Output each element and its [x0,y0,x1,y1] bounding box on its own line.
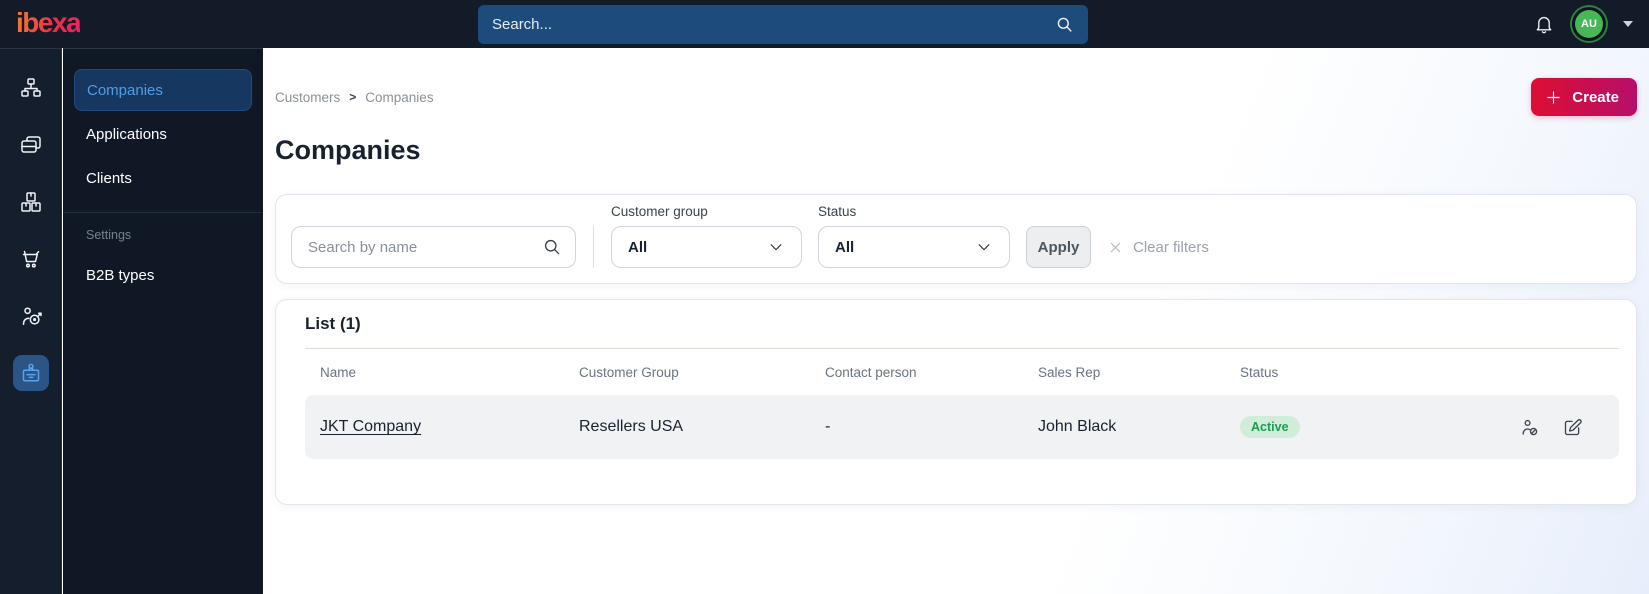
cart-icon[interactable] [13,241,49,277]
create-button[interactable]: Create [1531,78,1637,116]
plus-icon [1547,90,1561,104]
chevron-down-icon [770,244,782,251]
main-content: Customers > Companies Create Companies C… [263,48,1649,594]
chevron-down-icon [978,244,990,251]
settings-section-label: Settings [86,228,132,242]
status-select[interactable]: All [818,226,1010,268]
sidebar-item-label: Companies [87,81,163,99]
status-value: All [835,238,855,256]
topbar-right-cluster: AU [1533,0,1633,48]
table-header: Name Customer Group Contact person Sales… [305,349,1619,395]
sidebar-item-b2b-types[interactable]: B2B types [74,254,252,296]
create-button-label: Create [1572,88,1619,106]
global-search[interactable] [478,5,1088,44]
breadcrumb-companies: Companies [365,89,434,105]
sidebar-item-clients[interactable]: Clients [74,157,252,199]
close-icon [1110,242,1121,252]
cell-sales-rep: John Black [1038,418,1117,435]
customer-group-value: All [628,238,648,256]
products-icon[interactable] [13,184,49,220]
user-avatar[interactable]: AU [1575,10,1603,38]
icon-rail [0,48,62,594]
avatar-initials: AU [1581,18,1597,30]
sidebar-item-label: B2B types [86,266,155,284]
menu-divider [63,212,263,213]
column-header-status: Status [1240,364,1279,380]
deactivate-user-icon[interactable] [1519,417,1540,438]
top-bar: ibexa AU [0,0,1649,48]
sidebar-item-label: Applications [86,125,167,143]
column-header-contact-person: Contact person [825,364,917,380]
customer-portal-icon[interactable] [12,355,49,391]
edit-icon[interactable] [1562,417,1583,438]
cell-contact-person: - [825,418,831,435]
column-header-name: Name [320,364,357,380]
customer-group-select[interactable]: All [611,226,802,268]
breadcrumb: Customers > Companies [275,90,434,105]
filter-bar: Customer group All Status All Apply Clea… [275,194,1637,284]
clear-filters-label: Clear filters [1133,238,1209,256]
notifications-bell-icon[interactable] [1533,13,1555,35]
breadcrumb-separator: > [349,90,357,104]
sidebar-item-label: Clients [86,169,132,187]
list-title: List (1) [305,314,361,333]
search-icon[interactable] [542,237,562,257]
status-badge: Active [1240,416,1300,438]
column-header-customer-group: Customer Group [579,364,679,380]
table-row[interactable]: JKT Company Resellers USA - John Black A… [305,395,1619,459]
customer-group-label: Customer group [611,204,708,219]
search-icon[interactable] [1055,15,1074,34]
sidebar-item-applications[interactable]: Applications [74,113,252,155]
breadcrumb-customers[interactable]: Customers [275,90,340,105]
sidebar-item-companies[interactable]: Companies [74,69,252,111]
global-search-input[interactable] [492,16,1055,33]
column-header-sales-rep: Sales Rep [1038,364,1101,380]
status-label: Status [818,204,857,219]
row-actions [1519,417,1583,438]
page-title: Companies [275,135,421,165]
ibexa-logo[interactable]: ibexa [16,7,82,39]
sidebar-menu: Companies Applications Clients Settings … [63,48,263,594]
name-search-field [291,226,576,268]
marketing-target-icon[interactable] [13,298,49,334]
search-by-name-input[interactable] [291,226,576,268]
cell-customer-group: Resellers USA [579,418,684,435]
apply-button[interactable]: Apply [1026,226,1091,268]
sitemap-icon[interactable] [13,70,49,106]
companies-list-card: List (1) Name Customer Group Contact per… [275,299,1637,505]
pages-icon[interactable] [13,127,49,163]
user-menu-caret-icon[interactable] [1623,21,1633,27]
filter-divider [593,226,594,268]
company-name-link[interactable]: JKT Company [320,418,421,435]
clear-filters-button[interactable]: Clear filters [1107,226,1209,268]
